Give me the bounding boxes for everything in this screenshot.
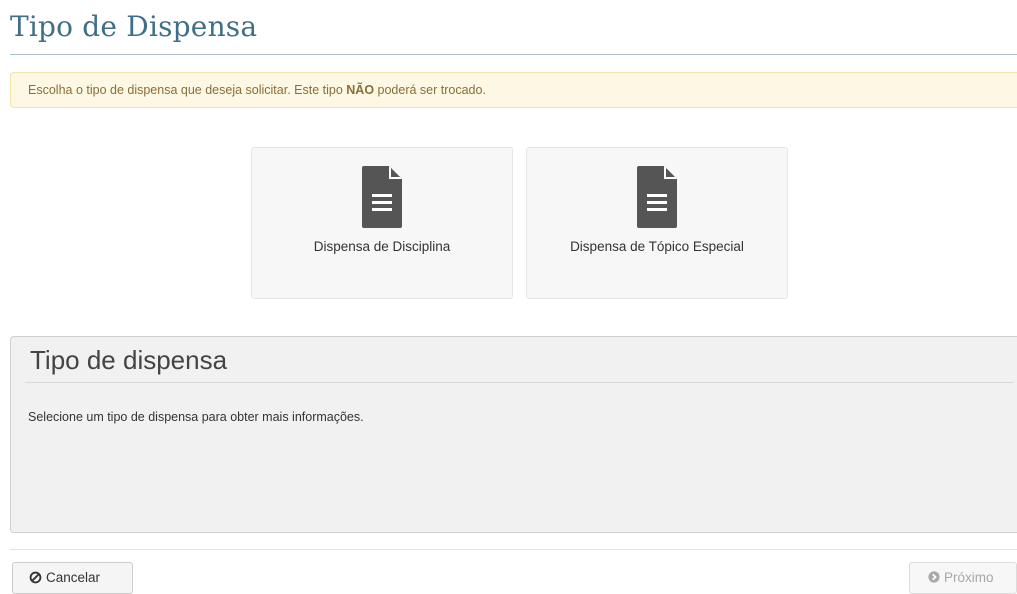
cancel-button[interactable]: Cancelar [12, 562, 133, 594]
alert-text-before: Escolha o tipo de dispensa que deseja so… [28, 83, 347, 97]
footer-divider [10, 549, 1017, 550]
document-icon [637, 166, 677, 228]
alert-text-bold: NÃO [346, 83, 375, 97]
alert-text-after: poderá ser trocado. [374, 83, 486, 97]
option-label: Dispensa de Disciplina [313, 239, 451, 254]
option-card-dispensa-disciplina[interactable]: Dispensa de Disciplina [251, 147, 513, 299]
page: Tipo de Dispensa Escolha o tipo de dispe… [0, 0, 1017, 594]
option-label: Dispensa de Tópico Especial [570, 239, 744, 254]
option-card-dispensa-topico-especial[interactable]: Dispensa de Tópico Especial [526, 147, 788, 299]
page-title: Tipo de Dispensa [10, 10, 258, 43]
dispensa-type-options: Dispensa de Disciplina Dispensa de Tópic… [251, 147, 791, 299]
title-divider [10, 54, 1017, 55]
warning-alert: Escolha o tipo de dispensa que deseja so… [10, 72, 1017, 108]
next-button[interactable]: Próximo [909, 562, 1017, 594]
info-panel-title: Tipo de dispensa [30, 345, 228, 375]
info-panel-text: Selecione um tipo de dispensa para obter… [28, 410, 364, 424]
info-panel: Tipo de dispensa Selecione um tipo de di… [10, 336, 1017, 533]
circle-arrow-right-icon [928, 571, 940, 584]
next-button-label: Próximo [944, 570, 994, 585]
ban-icon [29, 571, 42, 584]
cancel-button-label: Cancelar [46, 570, 101, 585]
document-icon [362, 166, 402, 228]
info-panel-divider [25, 382, 1014, 383]
